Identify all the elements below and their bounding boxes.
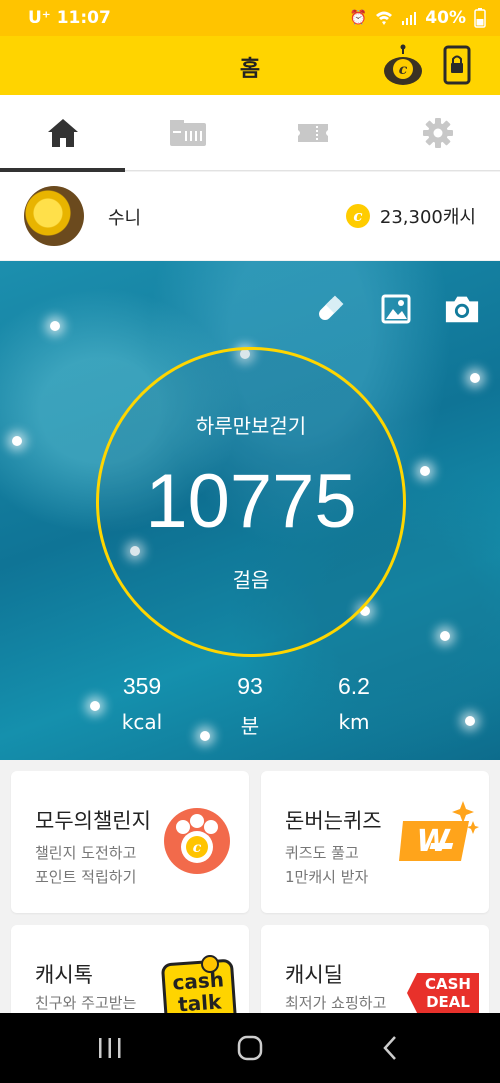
carrier-label: U⁺ — [28, 8, 51, 28]
coin-antenna-icon[interactable]: c — [382, 44, 424, 86]
signal-icon — [402, 12, 417, 25]
stat-label: km — [338, 710, 370, 734]
card-challenge[interactable]: 모두의챌린지 챌린지 도전하고 포인트 적립하기 c — [11, 771, 249, 913]
page-title: 홈 — [239, 57, 261, 82]
pill-icon[interactable] — [312, 291, 348, 327]
ticket-icon — [297, 124, 328, 142]
stat-value: 6.2 — [338, 673, 370, 699]
sparkle — [470, 373, 480, 383]
image-icon[interactable] — [378, 291, 414, 327]
sparkle — [465, 716, 475, 726]
sparkle — [50, 321, 60, 331]
logo-text: DEAL — [426, 993, 470, 1011]
recent-apps-icon[interactable] — [90, 1031, 130, 1065]
card-quiz[interactable]: 돈버는퀴즈 퀴즈도 풀고 1만캐시 받자 W — [261, 771, 489, 913]
user-name: 수니 — [108, 208, 142, 229]
cash-coin-icon: c — [345, 204, 370, 228]
svg-text:c: c — [399, 62, 408, 78]
tab-bar — [0, 95, 500, 172]
sparkle — [12, 436, 22, 446]
step-goal-label: 하루만보걷기 — [195, 414, 307, 438]
camera-icon[interactable] — [444, 291, 480, 327]
home-button-icon[interactable] — [230, 1031, 270, 1065]
status-right: ⏰ 40% — [350, 8, 486, 28]
stat-minutes: 93 분 — [200, 673, 300, 739]
cashdeal-tag-icon: CASH DEAL — [407, 973, 479, 1013]
card-title: 캐시톡 — [35, 963, 93, 987]
card-title: 캐시딜 — [285, 963, 343, 987]
logo-text: CASH — [425, 975, 471, 993]
profile-row[interactable]: 수니 c 23,300캐시 — [0, 172, 500, 260]
walk-hero: 하루만보걷기 10775 걸음 359 kcal 93 분 6.2 km — [0, 261, 500, 760]
card-subtitle-line: 포인트 적립하기 — [35, 868, 137, 886]
card-title: 모두의챌린지 — [35, 809, 151, 833]
tab-settings[interactable] — [375, 95, 500, 171]
quiz-w-icon: W — [399, 801, 479, 861]
svg-text:c: c — [193, 840, 202, 856]
hero-actions — [312, 291, 480, 327]
card-cashtalk[interactable]: 캐시톡 친구와 주고받는 cash talk — [11, 925, 249, 1025]
status-left: U⁺ 11:07 — [28, 8, 111, 28]
tab-coupons[interactable] — [250, 95, 375, 171]
back-icon[interactable] — [370, 1031, 410, 1065]
gear-icon — [422, 118, 453, 148]
tab-benefits[interactable] — [125, 95, 250, 171]
app-header: 홈 c — [0, 36, 500, 95]
paw-coin-icon: c — [164, 808, 230, 874]
clock: 11:07 — [56, 8, 111, 28]
stat-calories: 359 kcal — [92, 673, 192, 734]
step-count: 10775 — [145, 459, 357, 544]
sparkle — [420, 466, 430, 476]
store-icon — [169, 120, 206, 146]
status-bar: U⁺ 11:07 ⏰ 40% — [0, 0, 500, 36]
battery-icon — [474, 8, 486, 28]
stat-label: kcal — [121, 710, 163, 734]
cash-amount: 23,300캐시 — [379, 207, 476, 228]
alarm-icon: ⏰ — [349, 10, 368, 26]
step-ring[interactable]: 하루만보걷기 10775 걸음 — [96, 347, 406, 657]
coin-icon — [201, 955, 219, 973]
stat-label: 분 — [240, 714, 260, 738]
cash-balance[interactable]: c 23,300캐시 — [345, 203, 476, 229]
sparkle — [440, 631, 450, 641]
home-icon — [47, 119, 78, 147]
card-subtitle: 챌린지 도전하고 포인트 적립하기 — [35, 841, 175, 889]
avatar[interactable] — [24, 186, 84, 246]
svg-text:W: W — [416, 824, 451, 859]
card-subtitle-line: 챌린지 도전하고 — [35, 844, 137, 862]
stat-value: 93 — [237, 673, 263, 699]
card-cashdeal[interactable]: 캐시딜 최저가 쇼핑하고 CASH DEAL — [261, 925, 489, 1025]
battery-level: 40% — [425, 8, 466, 28]
card-title: 돈버는퀴즈 — [285, 809, 382, 833]
stat-value: 359 — [122, 673, 162, 699]
system-nav-bar — [0, 1013, 500, 1083]
wifi-icon — [376, 11, 393, 25]
step-unit: 걸음 — [232, 568, 270, 592]
tab-home[interactable] — [0, 95, 125, 172]
phone-lock-icon[interactable] — [442, 45, 472, 85]
stat-distance: 6.2 km — [304, 673, 404, 734]
